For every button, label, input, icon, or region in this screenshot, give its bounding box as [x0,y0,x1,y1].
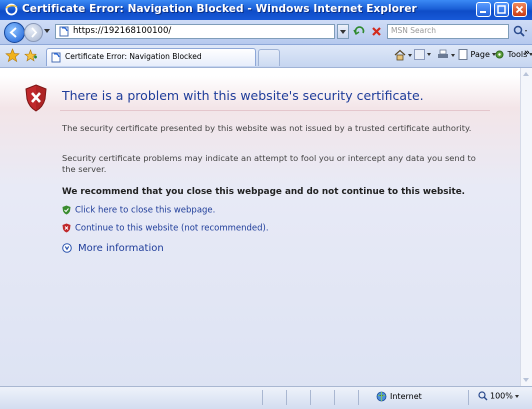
tab-page-icon [51,52,61,63]
feeds-button[interactable] [414,49,431,63]
untrusted-authority-text: The security certificate presented by th… [62,123,472,133]
tab-command-bar: Certificate Error: Navigation Blocked Pa… [0,45,532,68]
tab-label: Certificate Error: Navigation Blocked [65,52,202,61]
close-icon [515,5,524,14]
close-window-button[interactable] [512,2,527,17]
green-shield-icon [62,205,71,215]
zoom-icon [478,391,488,401]
feeds-icon [414,49,425,60]
back-button[interactable] [4,22,25,43]
security-zone-label: Internet [390,392,422,401]
zoom-level-button[interactable]: 100% [478,391,519,401]
tab-certificate-error[interactable]: Certificate Error: Navigation Blocked [46,48,256,66]
globe-icon [376,391,387,402]
shield-error-icon [25,84,47,112]
print-button[interactable] [437,49,455,63]
page-title: There is a problem with this website's s… [62,88,424,103]
maximize-button[interactable] [494,2,509,17]
home-button[interactable] [394,49,412,63]
security-zone[interactable]: Internet [376,391,422,402]
status-divider [286,390,287,405]
heading-divider [60,110,490,111]
security-warning-text: Security certificate problems may indica… [62,153,476,174]
address-bar[interactable]: https://192168100100/ [55,24,335,39]
address-toolbar: https://192168100100/ MSN Search [0,20,532,45]
continue-website-link-text: Continue to this website (not recommende… [75,223,269,234]
recent-pages-dropdown[interactable] [44,29,50,33]
status-divider [468,390,469,405]
title-bar: Certificate Error: Navigation Blocked - … [0,0,532,20]
close-webpage-link-text: Click here to close this webpage. [75,205,216,216]
expand-circle-icon [62,243,72,253]
status-divider [310,390,311,405]
refresh-icon[interactable] [352,24,367,39]
search-placeholder: MSN Search [391,26,436,35]
continue-website-link[interactable]: Continue to this website (not recommende… [62,223,269,234]
print-icon [438,49,448,58]
forward-arrow-icon [31,27,38,38]
red-shield-icon [62,223,71,233]
scroll-down-arrow-icon[interactable] [523,378,529,382]
new-tab-button[interactable] [258,49,280,66]
address-url: https://192168100100/ [73,26,172,36]
chevron-more-icon[interactable]: » [524,48,530,62]
page-menu-button[interactable]: Page [458,49,496,63]
page-menu-icon [458,49,468,60]
browser-window: Certificate Error: Navigation Blocked - … [0,0,532,409]
status-divider [334,390,335,405]
more-information-label: More information [78,243,164,254]
tools-gear-icon [495,50,504,59]
address-dropdown-button[interactable] [337,24,349,39]
minimize-button[interactable] [476,2,491,17]
forward-button[interactable] [24,23,43,42]
content-area: There is a problem with this website's s… [0,68,520,386]
page-icon [59,26,69,37]
maximize-icon [497,5,506,14]
close-webpage-link[interactable]: Click here to close this webpage. [62,205,215,216]
zoom-level-label: 100% [490,391,513,401]
minimize-icon [480,11,486,13]
favorites-star-icon[interactable] [5,48,20,63]
vertical-scrollbar[interactable] [520,68,532,386]
ie-logo-icon [5,3,18,16]
search-input[interactable]: MSN Search [387,24,509,39]
scroll-up-arrow-icon[interactable] [523,72,529,76]
status-divider [358,390,359,405]
page-menu-label: Page [470,50,490,59]
search-icon[interactable] [512,24,528,39]
home-icon [394,49,406,61]
window-title: Certificate Error: Navigation Blocked - … [22,3,417,15]
back-arrow-icon [9,27,17,38]
status-bar: Internet 100% [0,386,532,409]
stop-icon[interactable] [369,24,384,39]
status-divider [262,390,263,405]
recommendation-text: We recommend that you close this webpage… [62,187,466,197]
add-favorite-icon[interactable] [23,48,38,63]
more-information-toggle[interactable]: More information [62,243,164,254]
